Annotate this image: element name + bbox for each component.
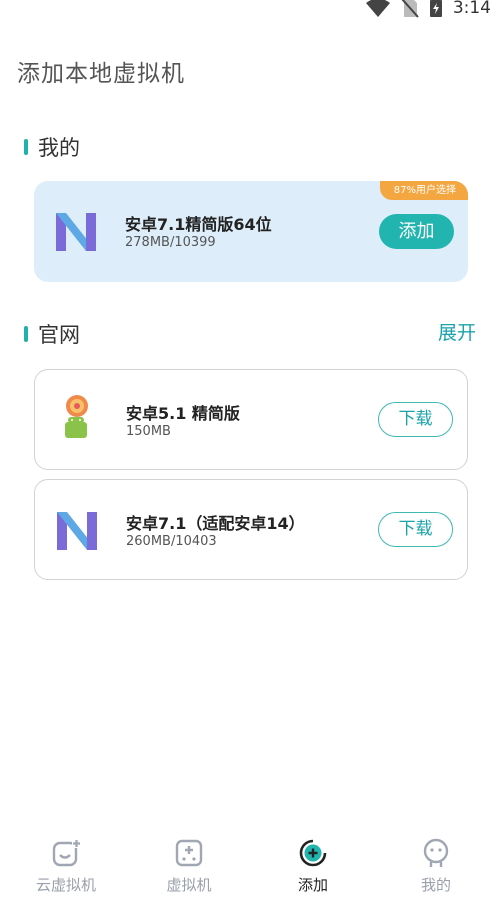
- mine-section-header: 我的: [24, 132, 80, 162]
- android-nougat-icon: [57, 512, 97, 550]
- android-nougat-icon: [56, 213, 96, 251]
- official-section-header: 官网: [24, 319, 80, 349]
- profile-icon: [423, 838, 449, 867]
- vm-name: 安卓5.1 精简版: [126, 404, 240, 423]
- status-time: 3:14: [452, 0, 491, 18]
- add-icon: [299, 839, 327, 867]
- vm-size: 150MB: [126, 424, 171, 439]
- tab-cloud-vm[interactable]: 云虚拟机: [21, 838, 111, 895]
- vm-size: 278MB/10399: [125, 235, 216, 250]
- wifi-icon: [365, 0, 390, 17]
- page-title: 添加本地虚拟机: [17, 61, 185, 87]
- download-button[interactable]: 下载: [378, 512, 453, 547]
- mine-vm-card[interactable]: 87%用户选择 安卓7.1精简版64位 278MB/10399 添加: [34, 181, 468, 282]
- tab-add[interactable]: 添加: [268, 838, 358, 895]
- section-accent-bar: [24, 139, 28, 155]
- official-vm-card[interactable]: 安卓5.1 精简版 150MB 下载: [34, 369, 468, 470]
- bottom-tab-bar: 云虚拟机 虚拟机 添加 我的: [0, 830, 497, 903]
- battery-charging-icon: [429, 0, 442, 17]
- mine-section-title: 我的: [38, 136, 80, 160]
- no-sim-icon: [401, 0, 419, 18]
- vm-size: 260MB/10403: [126, 534, 217, 549]
- official-section-title: 官网: [38, 323, 80, 347]
- tab-profile[interactable]: 我的: [391, 838, 481, 895]
- vm-icon: [175, 839, 203, 867]
- add-button[interactable]: 添加: [379, 214, 454, 249]
- tab-vm[interactable]: 虚拟机: [144, 838, 234, 895]
- tab-label: 我的: [420, 876, 451, 894]
- cloud-vm-icon: [52, 839, 81, 867]
- vm-name: 安卓7.1（适配安卓14）: [126, 514, 305, 533]
- expand-link[interactable]: 展开: [438, 318, 476, 345]
- download-button[interactable]: 下载: [378, 402, 453, 437]
- tab-label: 虚拟机: [166, 876, 212, 894]
- tab-label: 添加: [297, 876, 328, 894]
- vm-name: 安卓7.1精简版64位: [125, 215, 272, 234]
- section-accent-bar: [24, 326, 28, 342]
- tab-label: 云虚拟机: [35, 876, 96, 894]
- android-lollipop-icon: [65, 395, 88, 438]
- status-bar: 3:14: [0, 0, 497, 20]
- popularity-ribbon: 87%用户选择: [379, 181, 468, 200]
- official-vm-card[interactable]: 安卓7.1（适配安卓14） 260MB/10403 下载: [34, 479, 468, 580]
